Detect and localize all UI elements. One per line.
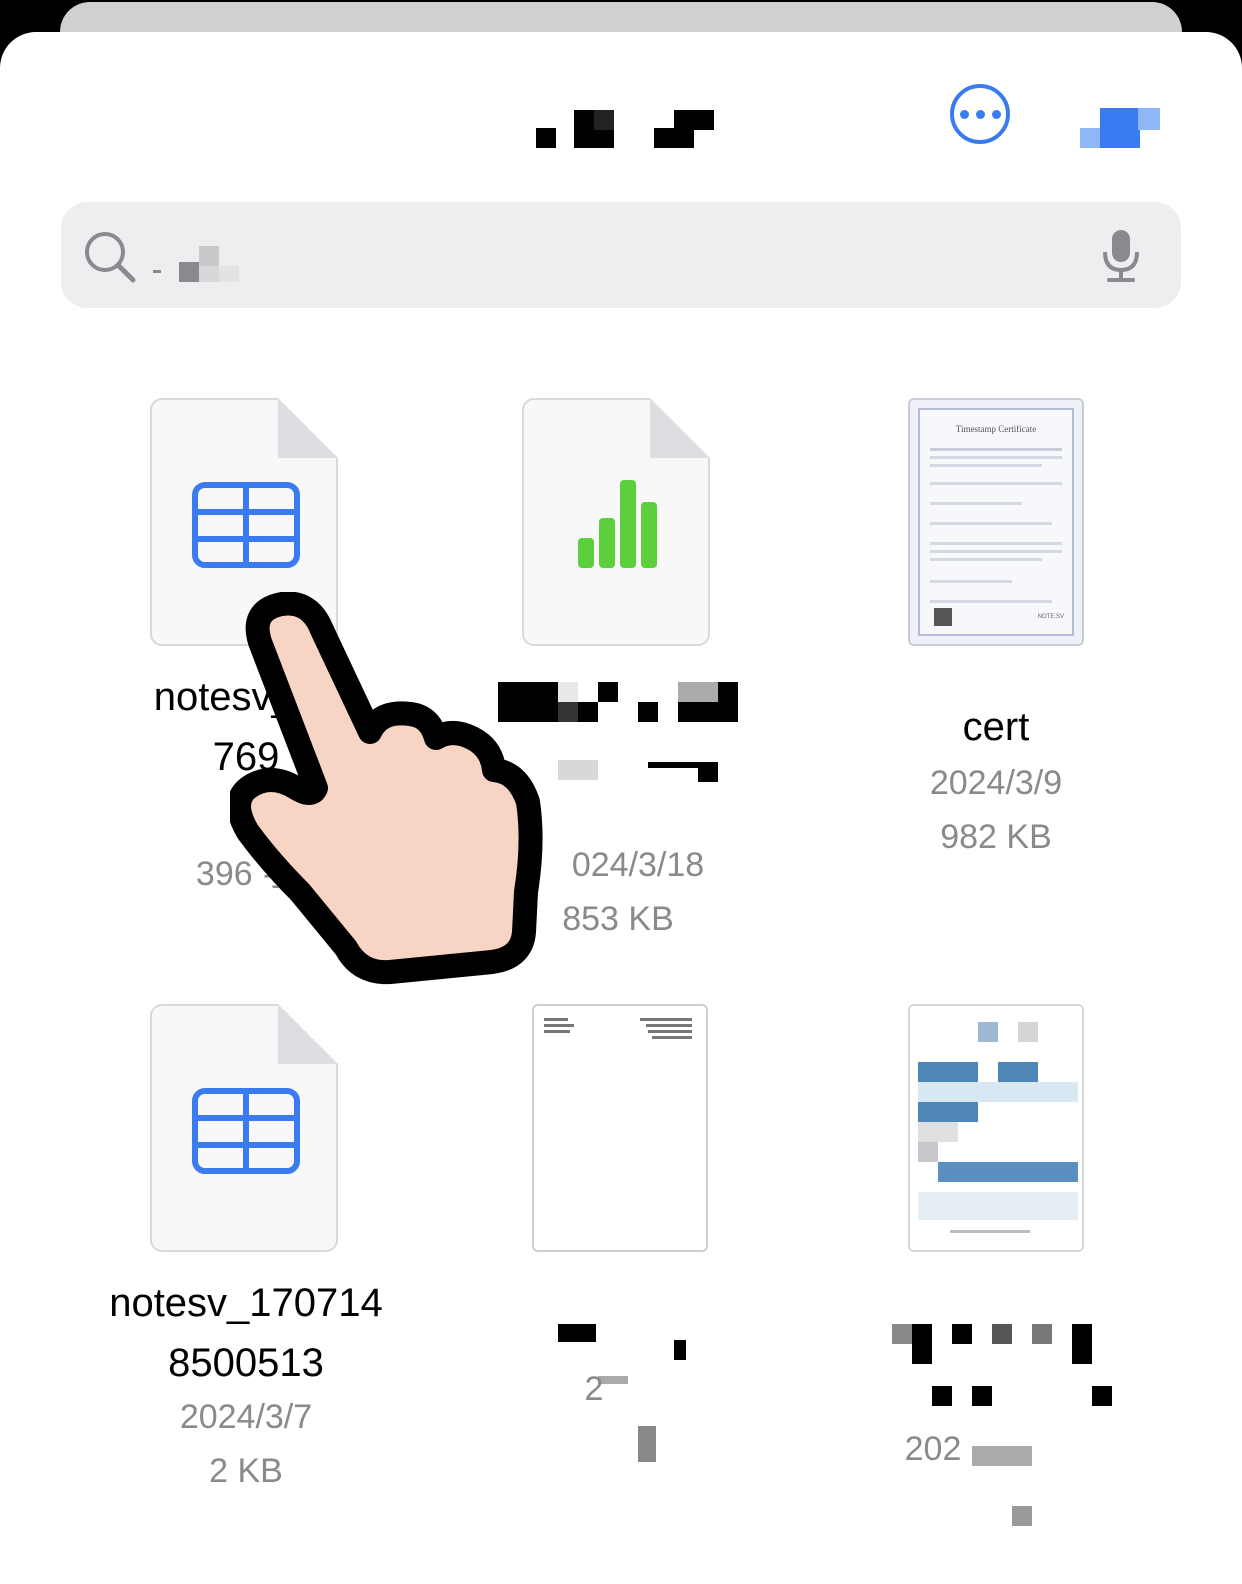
search-field[interactable] <box>61 202 1181 308</box>
file-item[interactable]: 202 <box>846 1002 1146 1542</box>
search-icon <box>85 232 136 283</box>
bar-chart-icon <box>578 480 657 568</box>
qr-code <box>934 608 952 626</box>
folder-title <box>530 104 730 154</box>
ellipsis-dot <box>959 109 969 119</box>
certificate-title: Timestamp Certificate <box>955 424 1037 434</box>
file-name: cert <box>962 705 1030 749</box>
file-item[interactable]: Timestamp Certificate NOTE.SV cert 2024/… <box>846 396 1146 936</box>
certificate-brand: NOTE.SV <box>1037 614 1064 620</box>
file-name-continued: 8500513 <box>168 1341 324 1385</box>
select-button[interactable] <box>1080 108 1160 148</box>
file-date: 2024/3/7 <box>179 1398 313 1436</box>
file-name: notesv_170714 <box>109 1281 383 1325</box>
file-name-redacted <box>832 1302 1112 1526</box>
file-size: 2 KB <box>209 1452 283 1490</box>
numbers-document-thumbnail <box>150 1004 338 1252</box>
screenshot-thumbnail <box>908 1004 1084 1252</box>
microphone-icon[interactable] <box>1101 228 1141 284</box>
file-item[interactable]: 2 <box>468 1002 768 1542</box>
file-date: 2024/3/9 <box>929 764 1063 802</box>
search-placeholder <box>153 246 253 286</box>
file-date: 2 <box>584 1370 604 1408</box>
table-icon <box>192 1088 300 1174</box>
file-item[interactable]: notesv_170714 8500513 2024/3/7 2 KB <box>96 1002 396 1542</box>
numbers-chart-thumbnail <box>522 398 710 646</box>
ellipsis-dot <box>991 109 1001 119</box>
file-size: 982 KB <box>940 818 1052 856</box>
file-browser-sheet: notesv_17 769 1: 396 字 <box>0 32 1242 1584</box>
document-page-thumbnail <box>532 1004 708 1252</box>
pointing-hand-icon <box>230 592 543 985</box>
file-date: 202 <box>904 1430 962 1468</box>
ellipsis-dot <box>975 109 985 119</box>
table-icon <box>192 482 300 568</box>
certificate-thumbnail: Timestamp Certificate NOTE.SV <box>908 398 1084 646</box>
more-options-button[interactable] <box>950 84 1010 144</box>
